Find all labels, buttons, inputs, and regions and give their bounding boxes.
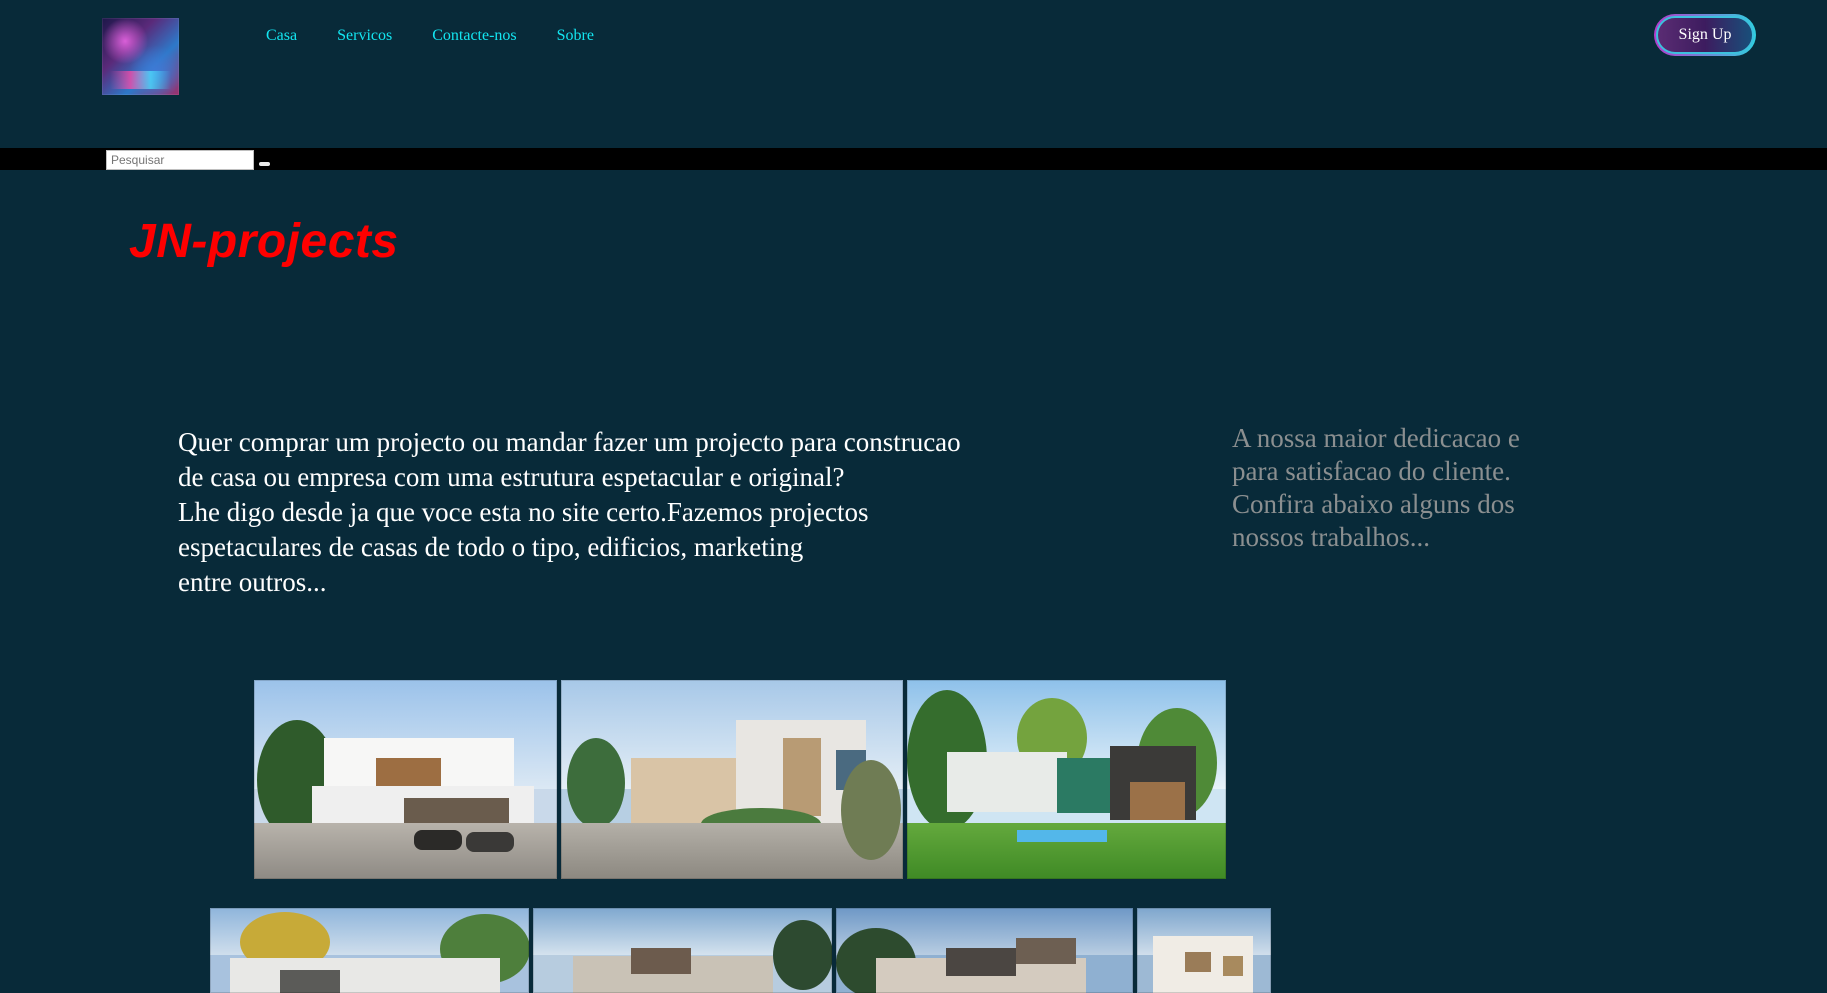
main-nav: Casa Servicos Contacte-nos Sobre [266,26,594,46]
nav-contacte-nos[interactable]: Contacte-nos [432,26,516,46]
intro-line: entre outros... [178,567,327,597]
aside-text: A nossa maior dedicacao e para satisfaca… [1232,422,1572,554]
gallery-image-4[interactable] [210,908,529,993]
gallery-image-6[interactable] [836,908,1133,993]
aside-line: A nossa maior dedicacao e [1232,423,1520,453]
nav-casa[interactable]: Casa [266,26,297,46]
nav-sobre[interactable]: Sobre [557,26,594,46]
aside-line: Confira abaixo alguns dos [1232,489,1515,519]
aside-line: para satisfacao do cliente. [1232,456,1511,486]
signup-button[interactable]: Sign Up [1656,16,1754,54]
brand-title: JN-projects [129,215,399,268]
nav-servicos[interactable]: Servicos [337,26,392,46]
intro-line: Quer comprar um projecto ou mandar fazer… [178,427,961,457]
gallery-image-7[interactable] [1137,908,1271,993]
search-input[interactable] [106,150,254,170]
gallery-image-5[interactable] [533,908,832,993]
gallery-image-1[interactable] [254,680,557,879]
aside-line: nossos trabalhos... [1232,522,1430,552]
site-logo[interactable] [102,18,179,95]
gallery-image-3[interactable] [907,680,1226,879]
intro-line: Lhe digo desde ja que voce esta no site … [178,497,869,527]
gallery-image-2[interactable] [561,680,903,879]
search-button[interactable] [259,162,270,166]
search-bar [0,148,1827,170]
intro-line: de casa ou empresa com uma estrutura esp… [178,462,845,492]
intro-text: Quer comprar um projecto ou mandar fazer… [178,425,1098,600]
intro-line: espetaculares de casas de todo o tipo, e… [178,532,804,562]
